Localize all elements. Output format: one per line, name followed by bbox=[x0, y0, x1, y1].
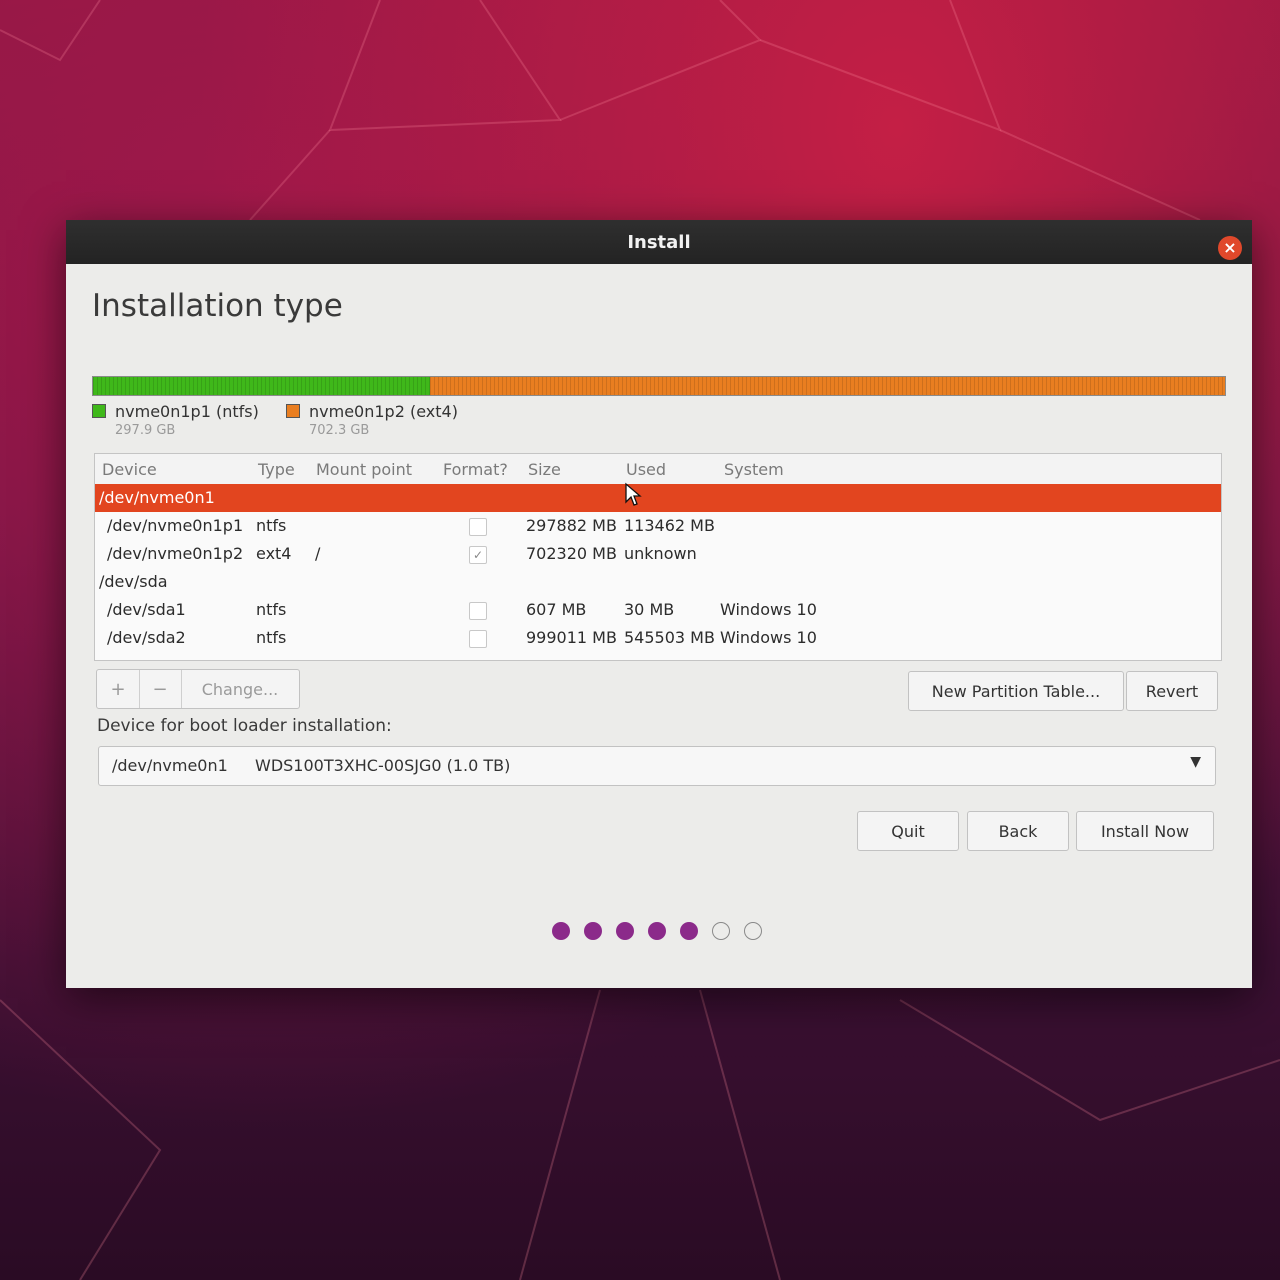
change-partition-button[interactable]: Change... bbox=[181, 670, 299, 708]
table-row[interactable]: /dev/sda bbox=[95, 568, 1221, 596]
cell-type: ntfs bbox=[256, 628, 287, 647]
progress-dot-done bbox=[616, 922, 634, 940]
new-partition-table-button[interactable]: New Partition Table... bbox=[908, 671, 1124, 711]
install-now-button[interactable]: Install Now bbox=[1076, 811, 1214, 851]
cell-size: 297882 MB bbox=[526, 516, 617, 535]
cell-device: /dev/sda1 bbox=[107, 600, 186, 619]
progress-dot-done bbox=[648, 922, 666, 940]
chevron-down-icon[interactable]: ▼ bbox=[1190, 754, 1201, 770]
legend-swatch bbox=[286, 404, 300, 418]
legend-name: nvme0n1p1 (ntfs) bbox=[115, 402, 259, 421]
format-checkbox[interactable] bbox=[469, 602, 487, 620]
column-size[interactable]: Size bbox=[528, 460, 561, 479]
partition-table[interactable]: Device Type Mount point Format? Size Use… bbox=[94, 453, 1222, 661]
cell-size: 607 MB bbox=[526, 600, 587, 619]
column-mount-point[interactable]: Mount point bbox=[316, 460, 412, 479]
column-device[interactable]: Device bbox=[102, 460, 157, 479]
page-title: Installation type bbox=[92, 288, 343, 324]
cell-device: /dev/sda2 bbox=[107, 628, 186, 647]
bootloader-device-select[interactable]: /dev/nvme0n1 WDS100T3XHC-00SJG0 (1.0 TB)… bbox=[98, 746, 1216, 786]
progress-dot-pending bbox=[744, 922, 762, 940]
format-checkbox[interactable] bbox=[469, 518, 487, 536]
window-title: Install bbox=[627, 231, 691, 253]
usage-segment-nvme0n1p1 bbox=[93, 377, 431, 395]
format-checkbox[interactable] bbox=[469, 630, 487, 648]
legend-size: 297.9 GB bbox=[115, 423, 176, 438]
quit-button[interactable]: Quit bbox=[857, 811, 959, 851]
cell-system: Windows 10 bbox=[720, 600, 817, 619]
mouse-pointer-icon bbox=[625, 482, 642, 506]
disk-usage-bar bbox=[92, 376, 1226, 396]
cell-used: 545503 MB bbox=[624, 628, 715, 647]
add-partition-button[interactable]: + bbox=[97, 670, 140, 708]
close-icon[interactable]: × bbox=[1218, 236, 1242, 260]
cell-device: /dev/nvme0n1p1 bbox=[107, 516, 244, 535]
table-row[interactable]: /dev/nvme0n1 bbox=[95, 484, 1221, 512]
format-checkbox[interactable]: ✓ bbox=[469, 546, 487, 564]
back-button[interactable]: Back bbox=[967, 811, 1069, 851]
install-window: Install × Installation type nvme0n1p1 (n… bbox=[66, 220, 1252, 988]
partition-toolbar: + − Change... bbox=[96, 669, 300, 709]
cell-device: /dev/sda bbox=[99, 572, 168, 591]
cell-device: /dev/nvme0n1 bbox=[99, 488, 215, 507]
cell-device: /dev/nvme0n1p2 bbox=[107, 544, 244, 563]
cell-mount: / bbox=[315, 544, 321, 563]
cell-type: ext4 bbox=[256, 544, 292, 563]
legend-size: 702.3 GB bbox=[309, 423, 370, 438]
table-row[interactable]: /dev/sda2 ntfs 999011 MB 545503 MB Windo… bbox=[95, 624, 1221, 652]
revert-button[interactable]: Revert bbox=[1126, 671, 1218, 711]
table-row[interactable]: /dev/nvme0n1p2 ext4 / ✓ 702320 MB unknow… bbox=[95, 540, 1221, 568]
legend-item-nvme0n1p1: nvme0n1p1 (ntfs) 297.9 GB bbox=[92, 402, 259, 438]
remove-partition-button[interactable]: − bbox=[139, 670, 182, 708]
progress-dot-pending bbox=[712, 922, 730, 940]
bootloader-description: WDS100T3XHC-00SJG0 (1.0 TB) bbox=[255, 756, 511, 775]
table-header: Device Type Mount point Format? Size Use… bbox=[95, 454, 1221, 484]
cell-used: 113462 MB bbox=[624, 516, 715, 535]
window-titlebar: Install × bbox=[66, 220, 1252, 264]
progress-steps bbox=[552, 922, 762, 940]
cell-type: ntfs bbox=[256, 516, 287, 535]
cell-size: 702320 MB bbox=[526, 544, 617, 563]
cell-size: 999011 MB bbox=[526, 628, 617, 647]
bootloader-label: Device for boot loader installation: bbox=[97, 716, 392, 736]
progress-dot-done bbox=[552, 922, 570, 940]
legend-item-nvme0n1p2: nvme0n1p2 (ext4) 702.3 GB bbox=[286, 402, 458, 438]
column-type[interactable]: Type bbox=[258, 460, 295, 479]
legend-swatch bbox=[92, 404, 106, 418]
column-used[interactable]: Used bbox=[626, 460, 666, 479]
progress-dot-done bbox=[680, 922, 698, 940]
cell-used: unknown bbox=[624, 544, 697, 563]
progress-dot-done bbox=[584, 922, 602, 940]
usage-segment-nvme0n1p2 bbox=[430, 377, 1225, 395]
cell-system: Windows 10 bbox=[720, 628, 817, 647]
bootloader-device: /dev/nvme0n1 bbox=[112, 756, 228, 775]
column-system[interactable]: System bbox=[724, 460, 784, 479]
column-format[interactable]: Format? bbox=[443, 460, 508, 479]
cell-type: ntfs bbox=[256, 600, 287, 619]
table-row[interactable]: /dev/sda1 ntfs 607 MB 30 MB Windows 10 bbox=[95, 596, 1221, 624]
legend-name: nvme0n1p2 (ext4) bbox=[309, 402, 458, 421]
cell-used: 30 MB bbox=[624, 600, 675, 619]
table-row[interactable]: /dev/nvme0n1p1 ntfs 297882 MB 113462 MB bbox=[95, 512, 1221, 540]
